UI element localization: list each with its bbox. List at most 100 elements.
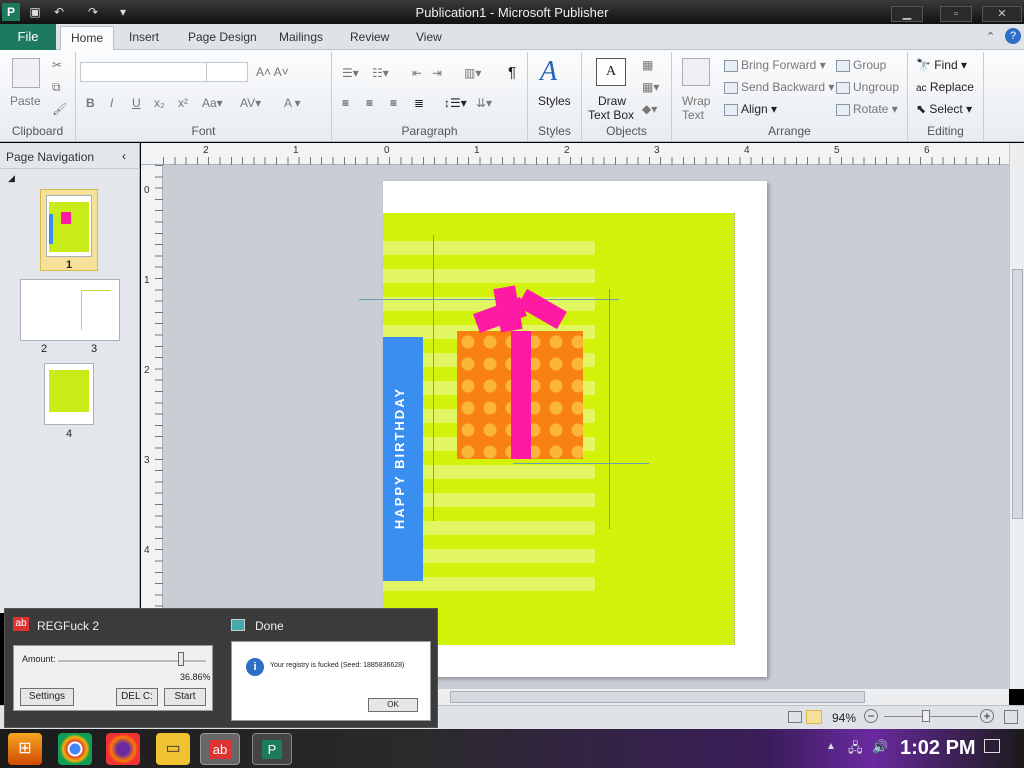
- tab-file[interactable]: File: [0, 24, 56, 50]
- minimize-button[interactable]: ▁: [891, 6, 923, 22]
- increase-indent-icon[interactable]: ⇥: [432, 66, 442, 80]
- format-painter-icon[interactable]: 🖌: [52, 102, 67, 116]
- tab-mailings[interactable]: Mailings: [269, 26, 333, 50]
- cut-icon[interactable]: ✂: [52, 58, 62, 72]
- horizontal-scrollbar[interactable]: [430, 689, 1009, 705]
- tab-page-design[interactable]: Page Design: [178, 26, 267, 50]
- volume-icon[interactable]: 🔊: [872, 739, 888, 755]
- replace-button[interactable]: ac Replace: [916, 80, 974, 94]
- numbering-icon[interactable]: ☷▾: [372, 66, 389, 80]
- scroll-thumb[interactable]: [1012, 269, 1023, 519]
- birthday-banner[interactable]: HAPPY BIRTHDAY: [383, 337, 423, 581]
- horizontal-ruler[interactable]: 2 1 0 1 2 3 4 5 6: [141, 143, 1009, 165]
- wrap-text-line1[interactable]: Wrap: [682, 94, 710, 108]
- group-button[interactable]: Group: [836, 58, 886, 72]
- change-case-icon[interactable]: Aa▾: [202, 96, 223, 110]
- font-size-input[interactable]: [206, 62, 248, 82]
- decrease-indent-icon[interactable]: ⇤: [412, 66, 422, 80]
- justify-icon[interactable]: ≣: [414, 96, 424, 110]
- align-button[interactable]: Align ▾: [724, 102, 777, 116]
- styles-button[interactable]: Styles: [538, 94, 571, 108]
- start-button[interactable]: Start: [164, 688, 206, 706]
- zoom-slider[interactable]: [884, 716, 978, 717]
- close-button[interactable]: ✕: [982, 6, 1022, 22]
- tab-review[interactable]: Review: [340, 26, 399, 50]
- bullets-icon[interactable]: ☰▾: [342, 66, 359, 80]
- ruler-v-label: 1: [144, 275, 150, 286]
- zoom-out-icon[interactable]: −: [864, 709, 878, 723]
- text-box-icon[interactable]: A: [596, 58, 626, 86]
- zoom-slider-thumb[interactable]: [922, 710, 930, 722]
- line-spacing-icon[interactable]: ↕☰▾: [444, 96, 467, 110]
- vertical-scrollbar[interactable]: [1009, 143, 1024, 689]
- zoom-in-icon[interactable]: +: [980, 709, 994, 723]
- publication-page[interactable]: HAPPY BIRTHDAY: [359, 181, 767, 677]
- tab-insert[interactable]: Insert: [119, 26, 169, 50]
- start-menu-icon[interactable]: ⊞: [8, 733, 42, 765]
- font-color-icon[interactable]: A ▾: [284, 96, 301, 110]
- page-thumb-4-label: 4: [65, 428, 73, 440]
- maximize-button[interactable]: ▫: [940, 6, 972, 22]
- align-left-icon[interactable]: ≡: [342, 96, 349, 110]
- bold-icon[interactable]: B: [86, 96, 95, 110]
- paragraph-spacing-icon[interactable]: ⇊▾: [476, 96, 492, 110]
- birthday-text[interactable]: HAPPY BIRTHDAY: [392, 346, 414, 570]
- align-right-icon[interactable]: ≡: [390, 96, 397, 110]
- page-thumb-4[interactable]: [44, 363, 94, 425]
- rotate-button[interactable]: Rotate ▾: [836, 102, 898, 116]
- table-icon[interactable]: ▦▾: [642, 80, 659, 94]
- rotate-icon: [836, 103, 850, 116]
- align-center-icon[interactable]: ≡: [366, 96, 373, 110]
- find-button[interactable]: 🔭 Find ▾: [916, 58, 967, 72]
- bring-forward-button[interactable]: Bring Forward ▾: [724, 58, 826, 72]
- copy-icon[interactable]: ⧉: [52, 80, 61, 95]
- paste-button[interactable]: Paste: [10, 94, 41, 108]
- network-icon[interactable]: 🖧: [848, 739, 863, 761]
- amount-slider-thumb[interactable]: [178, 652, 184, 666]
- shapes-icon[interactable]: ◆▾: [642, 102, 657, 116]
- grow-font-icon[interactable]: A˄ A˅: [256, 65, 289, 79]
- tab-view[interactable]: View: [406, 26, 452, 50]
- ribbon-minimize-icon[interactable]: ⌃: [986, 30, 995, 43]
- underline-icon[interactable]: U: [132, 96, 141, 110]
- fit-page-icon[interactable]: [1004, 710, 1018, 724]
- settings-button[interactable]: Settings: [20, 688, 74, 706]
- file-explorer-icon[interactable]: ▭: [156, 733, 190, 765]
- wrap-text-line2[interactable]: Text: [682, 108, 704, 122]
- single-page-view-icon[interactable]: [788, 711, 802, 723]
- collapse-pane-icon[interactable]: ‹: [122, 149, 126, 163]
- tray-expand-icon[interactable]: ▲: [826, 741, 836, 752]
- regfuck-panel: Amount: 36.86% Settings DEL C: Start: [13, 645, 213, 711]
- action-center-icon[interactable]: [984, 739, 1000, 753]
- del-c-button[interactable]: DEL C:: [116, 688, 158, 706]
- tab-home[interactable]: Home: [60, 26, 115, 51]
- wrap-text-icon[interactable]: [682, 58, 710, 86]
- draw-text-box-line1[interactable]: Draw: [598, 94, 626, 108]
- superscript-icon[interactable]: x²: [178, 96, 188, 110]
- two-page-view-icon[interactable]: [806, 710, 822, 724]
- ungroup-button[interactable]: Ungroup: [836, 80, 899, 94]
- scroll-thumb[interactable]: [450, 691, 865, 703]
- columns-icon[interactable]: ▥▾: [464, 66, 481, 80]
- picture-icon[interactable]: ▦: [642, 58, 653, 72]
- regfuck-taskbar-icon[interactable]: ab: [200, 733, 240, 765]
- help-icon[interactable]: ?: [1005, 28, 1021, 44]
- show-marks-icon[interactable]: ¶: [508, 64, 516, 81]
- ok-button[interactable]: OK: [368, 698, 418, 712]
- character-spacing-icon[interactable]: AV▾: [240, 96, 261, 110]
- send-backward-button[interactable]: Send Backward ▾: [724, 80, 834, 94]
- subscript-icon[interactable]: x₂: [154, 96, 165, 110]
- publisher-taskbar-icon[interactable]: P: [252, 733, 292, 765]
- page-thumb-2-3[interactable]: [20, 279, 120, 341]
- font-name-input[interactable]: [80, 62, 208, 82]
- clock[interactable]: 1:02 PM: [900, 737, 976, 760]
- italic-icon[interactable]: I: [110, 96, 113, 110]
- expand-section-icon[interactable]: ◢: [8, 173, 15, 184]
- chrome-icon[interactable]: [58, 733, 92, 765]
- paste-icon[interactable]: [12, 58, 40, 88]
- zoom-level[interactable]: 94%: [832, 711, 856, 725]
- select-button[interactable]: ⬉ Select ▾: [916, 102, 972, 116]
- firefox-icon[interactable]: [106, 733, 140, 765]
- draw-text-box-line2[interactable]: Text Box: [588, 108, 634, 122]
- styles-icon[interactable]: A: [540, 56, 557, 88]
